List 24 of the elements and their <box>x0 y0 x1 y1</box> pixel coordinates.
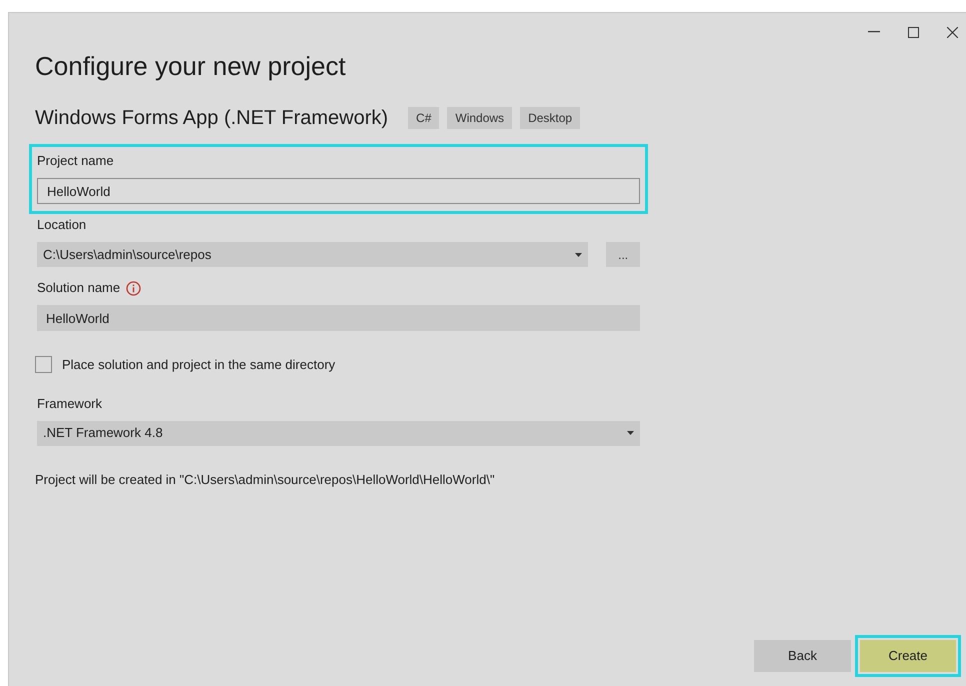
back-button[interactable]: Back <box>754 640 851 672</box>
checkbox-label: Place solution and project in the same directory <box>62 356 336 374</box>
text-field[interactable]: HelloWorld <box>37 305 640 331</box>
text-field[interactable]: HelloWorld <box>37 178 640 204</box>
maximize-icon[interactable] <box>908 26 919 38</box>
field-label: Project name <box>37 152 114 170</box>
dialog-heading: Configure your new project <box>35 50 347 83</box>
create-button[interactable]: Create <box>860 640 956 672</box>
template-tag: Windows <box>447 107 512 129</box>
field-label: Framework <box>37 394 102 413</box>
template-tag: C# <box>408 107 440 129</box>
browse-button[interactable]: ... <box>606 242 640 267</box>
info-text: Project will be created in "C:\Users\admin\source\repos\HelloWorld\HelloWorld\" <box>35 470 496 489</box>
template-name: Windows Forms App (.NET Framework) <box>35 106 388 131</box>
field-label: Location <box>37 216 86 234</box>
field-label: Solution name <box>37 279 120 298</box>
dropdown-field[interactable]: C:\Users\admin\source\repos <box>37 242 588 267</box>
close-icon[interactable] <box>947 26 958 38</box>
dropdown-field[interactable]: .NET Framework 4.8 <box>37 420 640 446</box>
template-tag: Desktop <box>520 107 580 129</box>
caret-icon <box>575 252 582 256</box>
caret-icon <box>627 431 634 435</box>
checkbox[interactable] <box>35 356 52 374</box>
minimize-icon[interactable] <box>868 31 880 33</box>
